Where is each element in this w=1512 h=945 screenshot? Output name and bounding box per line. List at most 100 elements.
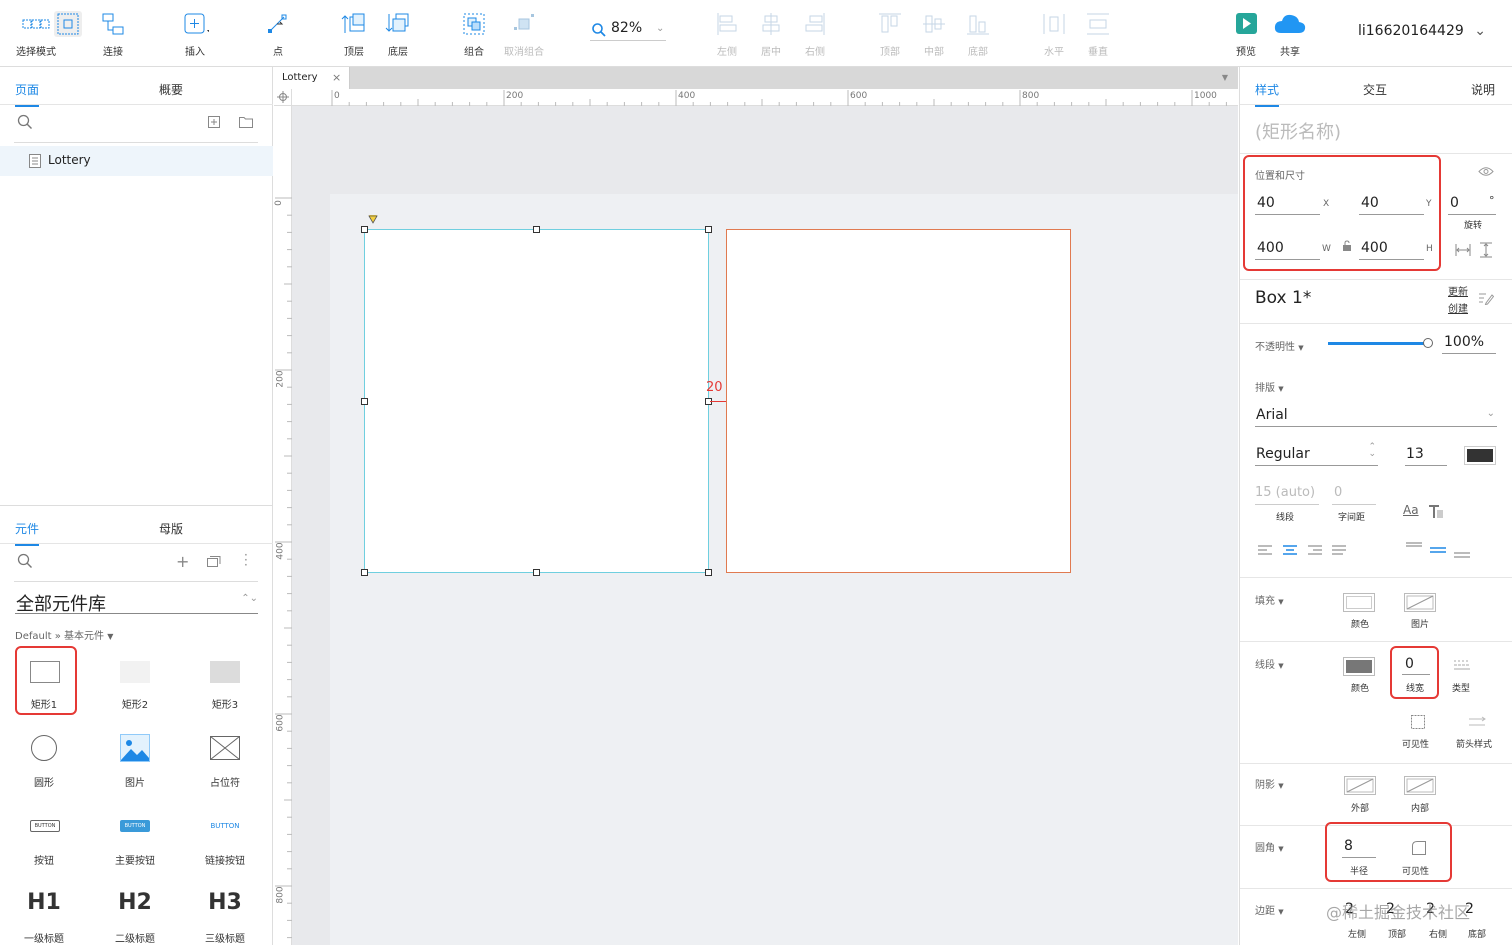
shape-name-input[interactable]: (矩形名称): [1255, 118, 1341, 144]
more-options-icon[interactable]: · · ·: [244, 549, 248, 571]
height-input[interactable]: 400: [1361, 240, 1388, 256]
send-to-back-button[interactable]: 底层: [370, 0, 426, 67]
tab-masters[interactable]: 母版: [159, 520, 183, 537]
library-path[interactable]: Default » 基本元件 ▼: [15, 627, 113, 642]
width-input[interactable]: 400: [1257, 240, 1284, 256]
search-icon[interactable]: [17, 553, 33, 569]
resize-handle-nw[interactable]: [361, 226, 368, 233]
typography-label[interactable]: 排版 ▼: [1255, 379, 1284, 394]
style-name[interactable]: Box 1*: [1255, 288, 1311, 308]
opacity-input[interactable]: 100%: [1444, 334, 1484, 350]
corner-label[interactable]: 圆角 ▼: [1255, 839, 1284, 854]
border-visibility-icon[interactable]: [1410, 714, 1426, 730]
inner-shadow-icon[interactable]: [1404, 776, 1436, 795]
close-icon[interactable]: ×: [332, 71, 341, 84]
char-spacing-input[interactable]: 0: [1334, 485, 1342, 500]
corner-radius-input[interactable]: 8: [1344, 838, 1353, 854]
resize-handle-n[interactable]: [533, 226, 540, 233]
x-input[interactable]: 40: [1257, 195, 1275, 211]
resize-handle-ne[interactable]: [705, 226, 712, 233]
text-style-icon[interactable]: [1428, 504, 1444, 519]
vertical-ruler[interactable]: 0 200 400 600 800: [274, 106, 292, 945]
valign-bottom-icon[interactable]: [1453, 548, 1471, 560]
distribute-vertical-button[interactable]: 垂直: [1070, 0, 1126, 67]
align-text-center-icon[interactable]: [1282, 545, 1298, 557]
zoom-select[interactable]: 82% ⌄: [590, 19, 666, 41]
widget-h1[interactable]: H1 一级标题: [4, 880, 84, 945]
font-size-input[interactable]: 13: [1405, 445, 1447, 466]
opacity-slider-knob[interactable]: [1423, 338, 1433, 348]
fit-width-icon[interactable]: [1455, 243, 1471, 257]
add-folder-icon[interactable]: [239, 116, 253, 128]
font-family-select[interactable]: Arial ⌄: [1255, 406, 1497, 427]
shadow-label[interactable]: 阴影 ▼: [1255, 776, 1284, 791]
lock-icon[interactable]: [1342, 240, 1352, 252]
tab-interactions[interactable]: 交互: [1363, 81, 1387, 98]
widget-link-button[interactable]: BUTTON 链接按钮: [185, 802, 265, 872]
align-right-button[interactable]: 右侧: [787, 0, 843, 67]
tab-outline[interactable]: 概要: [159, 81, 183, 98]
eye-icon[interactable]: [1478, 166, 1494, 177]
arrow-style-icon[interactable]: [1468, 715, 1486, 729]
valign-top-icon[interactable]: [1405, 542, 1423, 554]
tab-widgets[interactable]: 元件: [15, 520, 40, 546]
widget-rect2[interactable]: 矩形2: [95, 646, 175, 716]
share-button[interactable]: 共享: [1262, 0, 1318, 67]
line-height-input[interactable]: 15 (auto): [1255, 485, 1315, 500]
widget-h2[interactable]: H2 二级标题: [95, 880, 175, 945]
widget-primary-button[interactable]: BUTTON 主要按钮: [95, 802, 175, 872]
design-stage[interactable]: 20: [292, 106, 1238, 945]
page-item-lottery[interactable]: Lottery: [0, 146, 273, 176]
rotation-input[interactable]: 0: [1450, 195, 1459, 211]
font-color-swatch[interactable]: [1464, 446, 1496, 465]
tab-pages[interactable]: 页面: [15, 81, 40, 107]
text-case-icon[interactable]: Aa: [1403, 503, 1419, 517]
fill-label[interactable]: 填充 ▼: [1255, 592, 1284, 607]
point-button[interactable]: 点: [250, 0, 306, 67]
insert-button[interactable]: 插入: [167, 0, 223, 67]
outer-shadow-icon[interactable]: [1344, 776, 1376, 795]
add-library-icon[interactable]: +: [176, 552, 189, 571]
widget-rect3[interactable]: 矩形3: [185, 646, 265, 716]
align-text-right-icon[interactable]: [1307, 545, 1323, 557]
horizontal-ruler[interactable]: 0 200 400 600 800 1000: [292, 89, 1238, 106]
corner-visibility-icon[interactable]: [1411, 840, 1427, 856]
align-bottom-button[interactable]: 底部: [950, 0, 1006, 67]
resize-handle-s[interactable]: [533, 569, 540, 576]
box-2[interactable]: [726, 229, 1071, 573]
tabs-dropdown-icon[interactable]: ▼: [1222, 73, 1228, 82]
update-style-link[interactable]: 更新: [1448, 283, 1468, 298]
add-page-icon[interactable]: [208, 116, 220, 128]
opacity-label[interactable]: 不透明性 ▼: [1255, 338, 1304, 353]
create-style-link[interactable]: 创建: [1448, 300, 1468, 315]
opacity-slider[interactable]: [1328, 338, 1433, 348]
tab-lottery[interactable]: Lottery ×: [274, 67, 350, 89]
resize-handle-sw[interactable]: [361, 569, 368, 576]
library-select[interactable]: 全部元件库 ⌃⌄: [15, 589, 258, 615]
resize-handle-w[interactable]: [361, 398, 368, 405]
fill-color-swatch[interactable]: [1343, 593, 1375, 612]
search-icon[interactable]: [17, 114, 33, 130]
fill-image-icon[interactable]: [1404, 593, 1436, 612]
ruler-origin[interactable]: [274, 89, 292, 106]
ungroup-button[interactable]: 取消组合: [496, 0, 552, 67]
resize-handle-se[interactable]: [705, 569, 712, 576]
align-text-left-icon[interactable]: [1257, 545, 1273, 557]
fit-height-icon[interactable]: [1479, 242, 1493, 258]
box-1-selected[interactable]: [364, 229, 709, 573]
stroke-label[interactable]: 线段 ▼: [1255, 656, 1284, 671]
widget-circle[interactable]: 圆形: [4, 724, 84, 794]
tab-notes[interactable]: 说明: [1471, 81, 1495, 98]
font-weight-select[interactable]: Regular ⌃ ⌄: [1255, 443, 1378, 466]
library-manage-icon[interactable]: [207, 555, 221, 567]
align-text-justify-icon[interactable]: [1331, 545, 1347, 557]
edit-style-icon[interactable]: [1478, 291, 1494, 305]
stroke-type-icon[interactable]: [1452, 659, 1472, 671]
connect-button[interactable]: 连接: [85, 0, 141, 67]
valign-middle-icon[interactable]: [1429, 545, 1447, 557]
padding-label[interactable]: 边距 ▼: [1255, 902, 1284, 917]
y-input[interactable]: 40: [1361, 195, 1379, 211]
stroke-width-input[interactable]: 0: [1405, 656, 1414, 672]
widget-h3[interactable]: H3 三级标题: [185, 880, 265, 945]
user-account-menu[interactable]: li16620164429 ⌄: [1358, 23, 1486, 39]
